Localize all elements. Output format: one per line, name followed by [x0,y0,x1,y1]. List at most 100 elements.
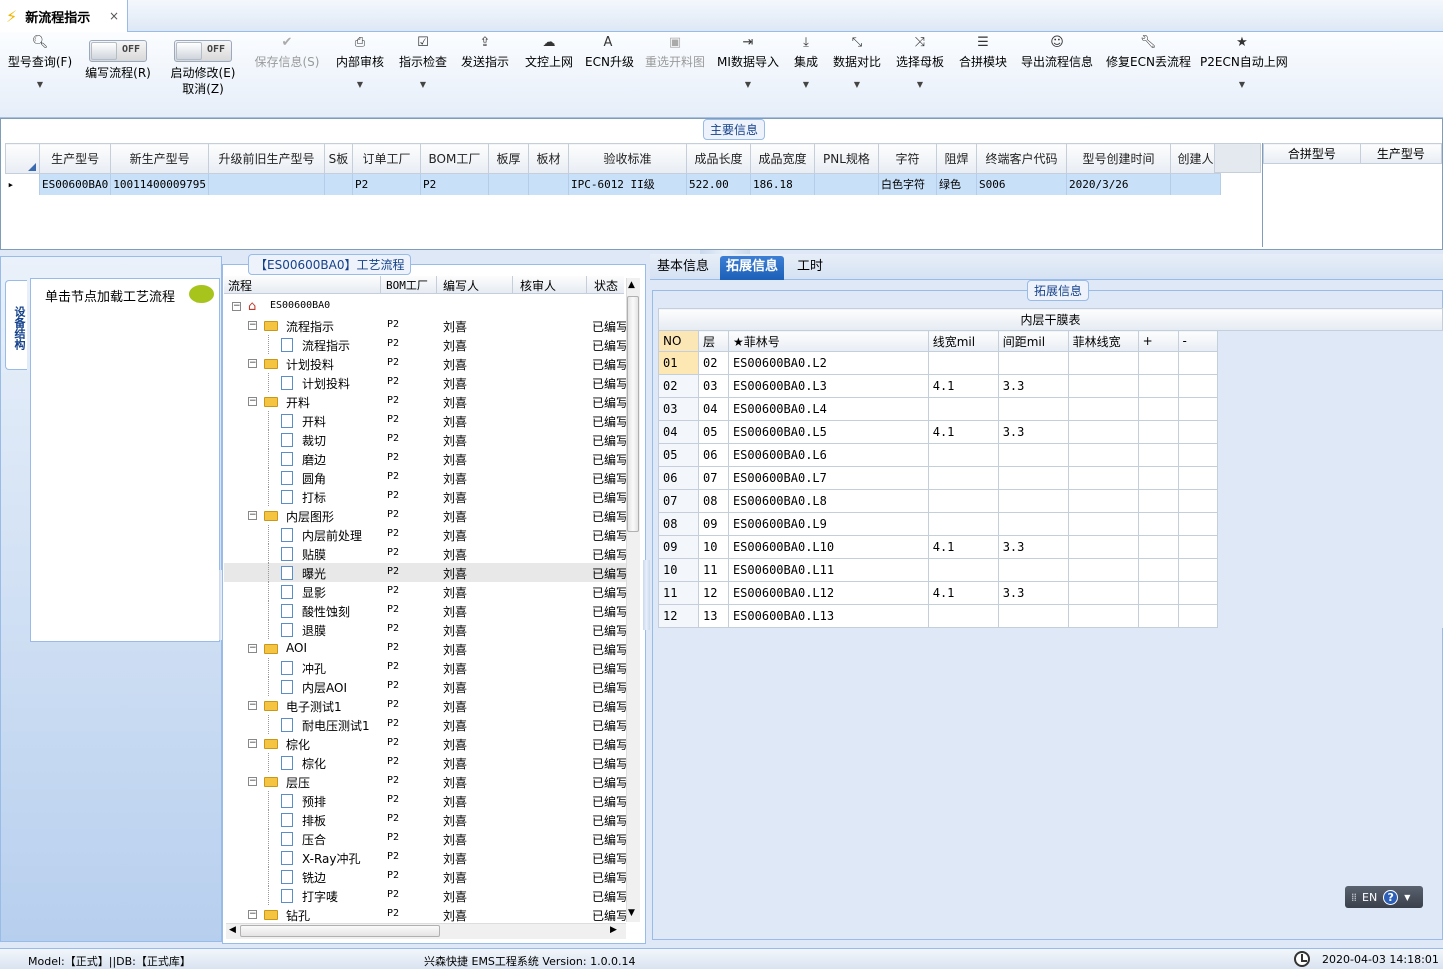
ext-cell-2[interactable]: ES00600BA0.L7 [727,466,929,490]
collapse-toggle-icon[interactable]: − [248,511,257,520]
ext-cell-0[interactable]: 12 [658,604,699,628]
flow-tree-row[interactable]: 压合 P2 刘喜 已编写 [224,829,626,848]
chevron-down-icon[interactable]: ▼ [397,80,449,89]
chevron-down-icon[interactable]: ▼ [6,80,74,89]
ext-col-6[interactable]: + [1137,330,1179,352]
main-cell-8[interactable]: IPC-6012 II级 [568,173,687,195]
flow-tree-row[interactable]: 退膜 P2 刘喜 已编写 [224,620,626,639]
main-col-4[interactable]: 订单工厂 [351,143,421,174]
ext-cell-4[interactable]: 3.3 [997,420,1069,444]
ext-col-5[interactable]: 菲林线宽 [1067,330,1139,352]
chevron-down-icon[interactable]: ▼ [831,80,883,89]
internal-review-button[interactable]: ⎙ 内部审核 ▼ [334,32,386,118]
flow-tree-row[interactable]: 打字唛 P2 刘喜 已编写 [224,886,626,905]
flow-tree-row[interactable]: 冲孔 P2 刘喜 已编写 [224,658,626,677]
main-col-15[interactable]: 型号创建时间 [1065,143,1171,174]
ext-cell-4[interactable] [997,512,1069,536]
select-master-button[interactable]: ⤨ 选择母板 ▼ [894,32,946,118]
main-cell-12[interactable]: 白色字符 [878,173,937,195]
main-cell-15[interactable]: 2020/3/26 [1066,173,1171,195]
ext-cell-3[interactable]: 4.1 [927,581,999,605]
ext-cell-6[interactable] [1137,535,1179,559]
ext-cell-3[interactable] [927,443,999,467]
node-load-panel[interactable]: 单击节点加载工艺流程 [30,278,220,642]
ext-cell-0[interactable]: 10 [658,558,699,582]
tab-new-flow-instruction[interactable]: ⚡ 新流程指示 × [0,0,128,32]
ext-cell-6[interactable] [1137,489,1179,513]
ext-cell-3[interactable] [927,351,999,375]
ext-cell-6[interactable] [1137,512,1179,536]
main-col-0[interactable]: 生产型号 [38,143,112,174]
ext-cell-4[interactable] [997,351,1069,375]
flow-tree-row[interactable]: − 层压 P2 刘喜 已编写 [224,772,626,791]
table-row[interactable]: 07 08 ES00600BA0.L8 [658,489,1443,513]
p2ecn-auto-upload-button[interactable]: ★ P2ECN自动上网 ▼ [1200,32,1288,118]
flow-tree-row[interactable]: 裁切 P2 刘喜 已编写 [224,430,626,449]
data-compare-button[interactable]: ⤡ 数据对比 ▼ [831,32,883,118]
flow-tree-row[interactable]: X-Ray冲孔 P2 刘喜 已编写 [224,848,626,867]
flow-tree-row[interactable]: − AOI P2 刘喜 已编写 [224,639,626,658]
main-col-8[interactable]: 验收标准 [567,143,687,174]
enable-modify-toggle[interactable]: OFF [174,40,232,62]
ext-cell-3[interactable]: 4.1 [927,420,999,444]
ext-col-7[interactable]: - [1177,330,1219,352]
ext-col-2[interactable]: ★菲林号 [727,330,929,352]
ext-cell-2[interactable]: ES00600BA0.L5 [727,420,929,444]
ext-cell-5[interactable] [1067,489,1139,513]
ext-cell-3[interactable] [927,397,999,421]
merge-module-button[interactable]: ☰ 合拼模块 [957,32,1009,118]
ext-cell-7[interactable] [1177,374,1219,398]
ext-cell-1[interactable]: 02 [697,351,729,375]
ext-cell-7[interactable] [1177,420,1219,444]
main-col-16[interactable]: 创建人 [1169,143,1221,174]
table-row[interactable]: ▸ ES00600BA0 10011400009795 P2 P2 IPC-6012 II… [5,173,1221,195]
collapse-toggle-icon[interactable]: − [248,777,257,786]
collapse-toggle-icon[interactable]: − [248,359,257,368]
flow-tree-row[interactable]: − 开料 P2 刘喜 已编写 [224,392,626,411]
ext-cell-3[interactable] [927,604,999,628]
ext-cell-7[interactable] [1177,558,1219,582]
main-cell-9[interactable]: 522.00 [686,173,751,195]
ext-cell-1[interactable]: 08 [697,489,729,513]
ext-cell-4[interactable]: 3.3 [997,374,1069,398]
ext-cell-5[interactable] [1067,420,1139,444]
ext-cell-4[interactable] [997,466,1069,490]
flow-tree-row[interactable]: 计划投料 P2 刘喜 已编写 [224,373,626,392]
ext-cell-2[interactable]: ES00600BA0.L10 [727,535,929,559]
ext-cell-3[interactable] [927,466,999,490]
table-row[interactable]: 09 10 ES00600BA0.L10 4.1 3.3 [658,535,1443,559]
ext-cell-2[interactable]: ES00600BA0.L6 [727,443,929,467]
save-info-button[interactable]: ✔ 保存信息(S) [252,32,322,118]
main-col-1[interactable]: 新生产型号 [110,143,209,174]
flow-tree-row[interactable]: 内层AOI P2 刘喜 已编写 [224,677,626,696]
ext-cell-3[interactable]: 4.1 [927,374,999,398]
flow-tree-row[interactable]: 曝光 P2 刘喜 已编写 [224,563,626,582]
flow-scroll-thumb[interactable] [627,296,639,532]
ext-col-3[interactable]: 线宽mil [927,330,999,352]
flow-tree-row[interactable]: 耐电压测试1 P2 刘喜 已编写 [224,715,626,734]
ext-cell-6[interactable] [1137,604,1179,628]
flow-tree-row[interactable]: − 内层图形 P2 刘喜 已编写 [224,506,626,525]
ext-cell-1[interactable]: 04 [697,397,729,421]
main-col-14[interactable]: 终端客户代码 [975,143,1067,174]
flow-hscroll-thumb[interactable] [240,925,440,937]
help-icon[interactable]: ? [1383,889,1399,905]
ext-cell-7[interactable] [1177,581,1219,605]
ext-cell-0[interactable]: 11 [658,581,699,605]
ext-cell-2[interactable]: ES00600BA0.L4 [727,397,929,421]
merge-model-table[interactable]: 合拼型号 生产型号 [1263,143,1443,164]
flow-tree-row[interactable]: 打标 P2 刘喜 已编写 [224,487,626,506]
ext-cell-1[interactable]: 11 [697,558,729,582]
main-col-11[interactable]: PNL规格 [813,143,879,174]
flow-tree-row[interactable]: − 计划投料 P2 刘喜 已编写 [224,354,626,373]
close-tab-icon[interactable]: × [109,9,119,23]
col-status[interactable]: 状态 [594,277,618,294]
table-row[interactable]: 04 05 ES00600BA0.L5 4.1 3.3 [658,420,1443,444]
ext-cell-0[interactable]: 02 [658,374,699,398]
main-col-13[interactable]: 阻焊 [935,143,977,174]
main-cell-14[interactable]: S006 [976,173,1067,195]
export-flow-button[interactable]: ☺ 导出流程信息 [1019,32,1095,118]
chevron-down-icon[interactable]: ▼ [1200,80,1284,89]
ext-cell-2[interactable]: ES00600BA0.L13 [727,604,929,628]
flow-tree-row[interactable]: 磨边 P2 刘喜 已编写 [224,449,626,468]
